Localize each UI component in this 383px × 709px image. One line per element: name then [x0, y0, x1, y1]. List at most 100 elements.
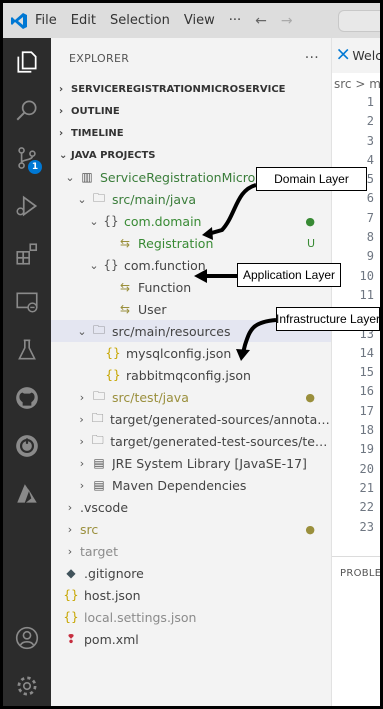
tree-item-target-generated-sources[interactable]: › 🗀 target/generated-sources/annotatio..… — [51, 408, 331, 430]
line-number: 2 — [366, 114, 374, 129]
json-file-icon: {} — [63, 610, 79, 624]
tree-item-gitignore[interactable]: ◆ .gitignore — [51, 562, 331, 584]
chevron-down-icon: ⌄ — [65, 170, 75, 184]
tree-item-label: src/test/java — [112, 389, 189, 405]
json-file-icon: {} — [105, 368, 121, 382]
section-label: SERVICEREGISTRATIONMICROSERVICE — [71, 83, 286, 95]
line-number: 16 — [359, 384, 374, 399]
source-control-icon[interactable]: 1 — [3, 134, 51, 182]
tree-item-jre-system-library[interactable]: › ▤ JRE System Library [JavaSE-17] — [51, 452, 331, 474]
line-number: 7 — [366, 210, 374, 225]
tree-item-label: com.domain — [124, 213, 202, 229]
chevron-right-icon: › — [59, 127, 64, 139]
tree-item-src-main-java[interactable]: ⌄ 🗀 src/main/java — [51, 188, 331, 210]
editor-area: ⨉ Welc src > m 1234567891011121314151617… — [332, 38, 380, 706]
tree-item-label: host.json — [84, 587, 141, 603]
infrastructure-layer-callout: Infrastructure Layer — [276, 307, 380, 331]
scm-badge: 1 — [28, 160, 42, 174]
section-java-projects[interactable]: ⌄ JAVA PROJECTS — [51, 144, 331, 166]
tree-item-target-generated-test-sources[interactable]: › 🗀 target/generated-test-sources/test-.… — [51, 430, 331, 452]
source-folder-icon: 🗀 — [92, 190, 105, 205]
tree-item-label: src/main/resources — [112, 323, 231, 339]
tree-item-label: User — [138, 301, 167, 317]
more-actions-icon[interactable]: ··· — [305, 50, 319, 66]
line-number: 17 — [359, 403, 374, 418]
domain-layer-callout: Domain Layer — [256, 167, 367, 191]
azure-icon[interactable] — [3, 470, 51, 518]
package-icon: {} — [103, 214, 119, 228]
forward-arrow-icon[interactable]: → — [281, 13, 293, 29]
explorer-title: EXPLORER — [69, 51, 130, 65]
tree-item-vscode[interactable]: › .vscode — [51, 496, 331, 518]
editor-tab-welcome[interactable]: ⨉ Welc — [332, 38, 380, 73]
panel-tab-problems[interactable]: PROBLEMS — [332, 557, 380, 579]
chevron-down-icon: ⌄ — [77, 324, 87, 338]
tree-item-label: rabbitmqconfig.json — [126, 367, 251, 383]
json-file-icon: {} — [105, 346, 121, 360]
section-label: JAVA PROJECTS — [71, 149, 156, 161]
tree-item-label: mysqlconfig.json — [126, 345, 232, 361]
menu-selection[interactable]: Selection — [110, 13, 170, 28]
chevron-right-icon: › — [67, 522, 73, 536]
github-icon[interactable] — [3, 374, 51, 422]
explorer-icon[interactable] — [3, 38, 51, 86]
tree-item-registration[interactable]: ⇆ Registration U — [51, 232, 331, 254]
section-outline[interactable]: › OUTLINE — [51, 100, 331, 122]
tree-item-local-settings[interactable]: {} local.settings.json — [51, 606, 331, 628]
menu-edit[interactable]: Edit — [71, 13, 96, 28]
remote-explorer-icon[interactable] — [3, 278, 51, 326]
run-debug-icon[interactable] — [3, 182, 51, 230]
tree-item-src[interactable]: › src ● — [51, 518, 331, 540]
menu-view[interactable]: View — [184, 13, 215, 28]
tree-item-label: Function — [138, 279, 192, 295]
library-icon: ▤ — [93, 456, 105, 470]
tree-item-pom[interactable]: ❢ pom.xml — [51, 628, 331, 650]
menu-more[interactable]: ··· — [229, 13, 241, 28]
line-number: 15 — [359, 365, 374, 380]
section-timeline[interactable]: › TIMELINE — [51, 122, 331, 144]
line-number: 21 — [359, 480, 374, 495]
settings-icon[interactable] — [3, 662, 51, 706]
search-icon[interactable] — [3, 86, 51, 134]
line-number: 1 — [366, 95, 374, 109]
back-arrow-icon[interactable]: ← — [255, 13, 267, 29]
explorer-sidebar: EXPLORER ··· › SERVICEREGISTRATIONMICROS… — [51, 38, 332, 706]
source-folder-icon: 🗀 — [91, 432, 104, 447]
chevron-right-icon: › — [67, 544, 73, 558]
library-icon: ▤ — [93, 478, 105, 492]
project-icon: ▥ — [81, 170, 93, 184]
tree-item-host-json[interactable]: {} host.json — [51, 584, 331, 606]
section-label: TIMELINE — [71, 127, 124, 139]
chevron-right-icon: › — [59, 105, 64, 117]
activity-bar: 1 — [3, 38, 51, 706]
class-icon: ⇆ — [119, 236, 131, 250]
tree-item-label: target/generated-test-sources/test-... — [110, 433, 331, 449]
tree-item-label: .gitignore — [84, 565, 144, 581]
section-label: OUTLINE — [71, 105, 120, 117]
chevron-down-icon: ⌄ — [89, 214, 99, 228]
tree-item-rabbitmqconfig[interactable]: {} rabbitmqconfig.json — [51, 364, 331, 386]
tree-item-mysqlconfig[interactable]: {} mysqlconfig.json — [51, 342, 331, 364]
account-icon[interactable] — [3, 614, 51, 662]
tree-item-label: Maven Dependencies — [112, 477, 247, 493]
application-layer-callout: Application Layer — [237, 263, 341, 287]
tree-item-maven-dependencies[interactable]: › ▤ Maven Dependencies — [51, 474, 331, 496]
line-number: 11 — [359, 287, 374, 302]
section-service-folder[interactable]: › SERVICEREGISTRATIONMICROSERVICE — [51, 78, 331, 100]
command-center-search[interactable] — [338, 10, 380, 32]
chevron-down-icon: ⌄ — [77, 192, 87, 206]
tab-label: Welc — [352, 48, 380, 63]
testing-icon[interactable] — [3, 326, 51, 374]
tree-item-src-test-java[interactable]: › 🗀 src/test/java ● — [51, 386, 331, 408]
tree-item-label: target/generated-sources/annotatio... — [109, 411, 331, 427]
tree-item-label: target — [80, 543, 119, 559]
tree-item-target[interactable]: › target — [51, 540, 331, 562]
docker-icon[interactable] — [3, 422, 51, 470]
tree-item-com-domain[interactable]: ⌄ {} com.domain ● — [51, 210, 331, 232]
menu-file[interactable]: File — [35, 13, 57, 28]
chevron-right-icon: › — [79, 390, 85, 404]
tree-item-label: JRE System Library [JavaSE-17] — [112, 455, 307, 471]
breadcrumb[interactable]: src > m — [332, 73, 380, 95]
line-number: 3 — [366, 133, 374, 148]
extensions-icon[interactable] — [3, 230, 51, 278]
